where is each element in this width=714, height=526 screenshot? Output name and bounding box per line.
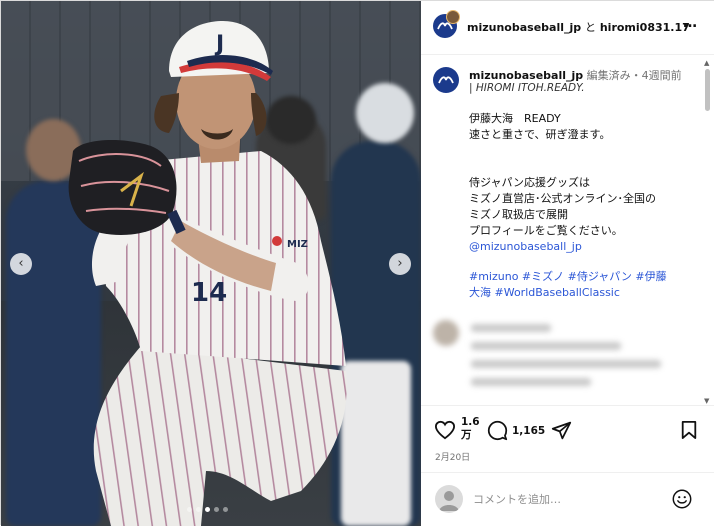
caption-line: ミズノ直営店･公式オンライン･全国の [469, 192, 656, 205]
more-options-icon[interactable]: … [683, 15, 698, 31]
caption-line: ミズノ取扱店で展開 [469, 208, 568, 221]
caption-subtitle: | HIROMI ITOH.READY. [469, 82, 585, 94]
emoji-icon[interactable] [671, 488, 693, 510]
post-actions: 1.6 万 1,165 2月20日 [421, 405, 714, 465]
blurred-comment [433, 320, 695, 400]
author-conjunction: と [585, 21, 596, 34]
collab-avatar[interactable] [433, 10, 460, 38]
carousel-prev-button[interactable]: ‹ [10, 253, 32, 275]
caption-hashtags[interactable]: #mizuno #ミズノ #侍ジャパン #伊藤 [469, 269, 699, 285]
user-avatar [435, 485, 463, 513]
cap-letter: J [214, 32, 224, 57]
caption-avatar[interactable] [433, 67, 459, 93]
post-sidebar: mizunobaseball_jp と hiromi0831.17 … mizu… [421, 1, 714, 526]
collaborator-username[interactable]: hiromi0831.17 [600, 21, 690, 34]
scrollbar-thumb[interactable] [705, 69, 710, 111]
author-username[interactable]: mizunobaseball_jp [467, 21, 581, 34]
post-photo[interactable]: J 14 MIZ ‹ › [1, 1, 421, 526]
caption-line: 速さと重さで、研ぎ澄ます。 [469, 128, 611, 141]
scroll-down-icon[interactable]: ▼ [704, 397, 709, 405]
caption-username[interactable]: mizunobaseball_jp [469, 69, 583, 82]
jersey-sponsor: MIZ [287, 239, 308, 250]
carousel-dot[interactable] [205, 507, 210, 512]
collaborator-avatar [446, 10, 460, 24]
carousel-dot[interactable] [214, 507, 219, 512]
add-comment-bar [421, 472, 714, 526]
scroll-up-icon[interactable]: ▲ [704, 59, 709, 67]
default-user-icon [439, 491, 459, 511]
carousel-next-button[interactable]: › [389, 253, 411, 275]
save-bookmark-icon[interactable] [680, 420, 698, 440]
blurred-comment-avatar [433, 320, 459, 346]
caption-hashtags[interactable]: 大海 #WorldBaseballClassic [469, 285, 699, 301]
jersey-number: 14 [191, 278, 227, 308]
carousel-dot[interactable] [223, 507, 228, 512]
caption-meta: 編集済み・4週間前 [586, 69, 682, 82]
post-header: mizunobaseball_jp と hiromi0831.17 … [421, 1, 714, 55]
mizuno-avatar [433, 10, 460, 38]
caption-mention-link[interactable]: @mizunobaseball_jp [469, 239, 699, 255]
post-date: 2月20日 [435, 453, 471, 463]
pitcher-figure: J 14 MIZ [68, 21, 347, 526]
likes-count[interactable]: 1.6 万 [461, 416, 480, 442]
caption-line: プロフィールをご覧ください。 [469, 224, 623, 237]
carousel-dot[interactable] [187, 507, 192, 512]
caption-line: 伊藤大海 READY [469, 112, 561, 125]
carousel-dot[interactable] [196, 507, 201, 512]
like-heart-icon[interactable] [434, 420, 456, 440]
caption-line: 侍ジャパン応援グッズは [469, 176, 590, 189]
comments-count[interactable]: 1,165 [512, 425, 545, 438]
caption-header: mizunobaseball_jp 編集済み・4週間前 [469, 67, 682, 83]
comment-icon[interactable] [487, 420, 508, 441]
carousel-dots [187, 507, 228, 512]
post-author-line: mizunobaseball_jp と hiromi0831.17 [467, 19, 690, 35]
add-comment-input[interactable] [473, 490, 663, 508]
comments-scroll-area[interactable]: mizunobaseball_jp 編集済み・4週間前 | HIROMI ITO… [421, 55, 714, 405]
share-icon[interactable] [551, 420, 572, 441]
mizuno-logo-icon [438, 76, 454, 84]
post-modal: J 14 MIZ ‹ › mizunobaseball_jp と hiromi0… [0, 0, 714, 526]
